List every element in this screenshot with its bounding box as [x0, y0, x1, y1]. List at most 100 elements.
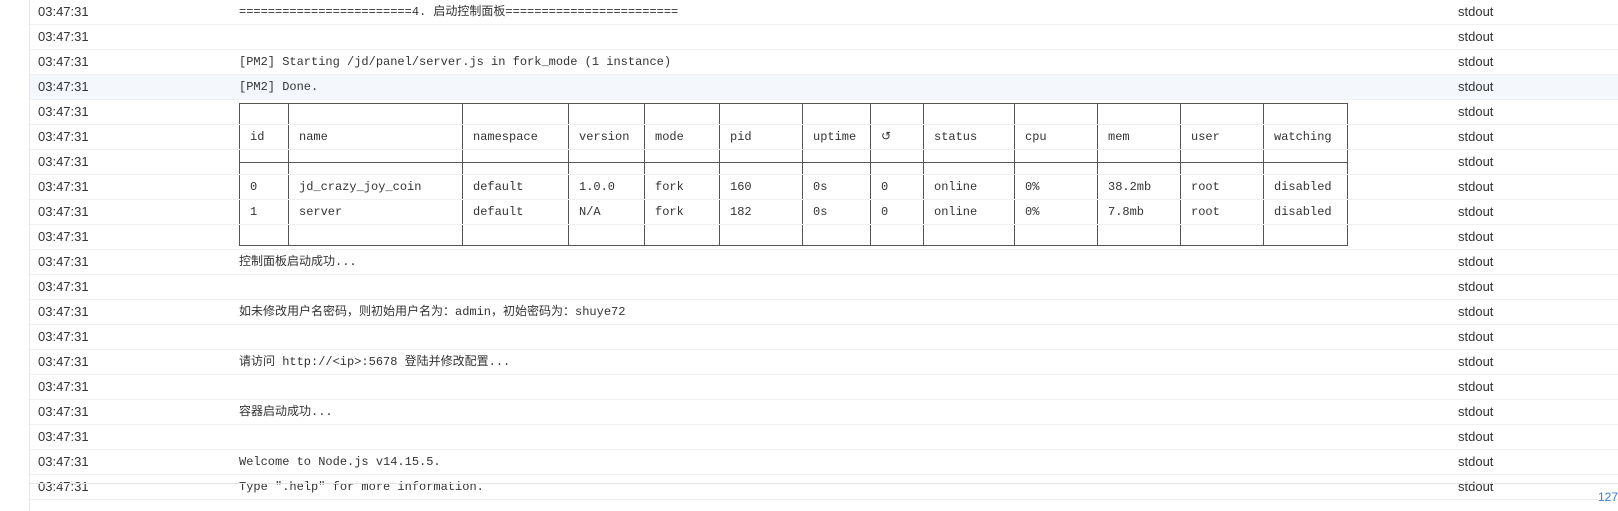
table-header-cell: pid — [730, 130, 752, 144]
log-stream: stdout — [1458, 129, 1494, 144]
log-panel: 03:47:31 ========================4. 启动控制面… — [29, 0, 1618, 500]
log-stream: stdout — [1458, 404, 1494, 419]
log-stream: stdout — [1458, 454, 1494, 469]
table-header-cell: id — [250, 130, 265, 144]
log-timestamp: 03:47:31 — [38, 79, 89, 94]
log-row[interactable]: 03:47:31 [PM2] Done. stdout — [30, 75, 1618, 100]
log-row[interactable]: 03:47:31 控制面板启动成功... stdout — [30, 250, 1618, 275]
table-header-cell: name — [299, 130, 328, 144]
log-row[interactable]: 03:47:31 stdout — [30, 325, 1618, 350]
log-row[interactable]: 03:47:31 stdout — [30, 375, 1618, 400]
log-message: 0 jd_crazy_joy_coin default 1.0.0 fork 160 0s 0… — [239, 175, 1348, 199]
log-message: 控制面板启动成功... — [239, 255, 357, 269]
log-row[interactable]: 03:47:31 1 server default N/A fork 182 0s 0 onlin… — [30, 200, 1618, 225]
log-row[interactable]: 03:47:31 stdout — [30, 100, 1618, 125]
log-timestamp: 03:47:31 — [38, 354, 89, 369]
log-row[interactable]: 03:47:31 stdout — [30, 275, 1618, 300]
log-timestamp: 03:47:31 — [38, 54, 89, 69]
table-header-cell: ↺ — [881, 130, 892, 144]
table-cell: disabled — [1274, 205, 1332, 219]
log-stream: stdout — [1458, 4, 1494, 19]
log-row[interactable]: 03:47:31 Welcome to Node.js v14.15.5. stdo… — [30, 450, 1618, 475]
table-border — [239, 225, 1348, 246]
log-stream: stdout — [1458, 429, 1494, 444]
log-timestamp: 03:47:31 — [38, 404, 89, 419]
log-row[interactable]: 03:47:31 stdout — [30, 25, 1618, 50]
log-timestamp: 03:47:31 — [38, 429, 89, 444]
table-cell: jd_crazy_joy_coin — [299, 180, 422, 194]
table-cell: fork — [655, 205, 684, 219]
table-header-cell: version — [579, 130, 630, 144]
table-border — [239, 200, 1348, 224]
table-border — [239, 125, 1348, 149]
log-row[interactable]: 03:47:31 stdout — [30, 150, 1618, 175]
log-message: id name namespace version mode pid uptime ↺ stat… — [239, 125, 1348, 149]
log-row[interactable]: 03:47:31 0 jd_crazy_joy_coin default 1.0.0 fo… — [30, 175, 1618, 200]
log-stream: stdout — [1458, 229, 1494, 244]
log-stream: stdout — [1458, 29, 1494, 44]
log-stream: stdout — [1458, 154, 1494, 169]
log-stream: stdout — [1458, 179, 1494, 194]
log-row[interactable]: 03:47:31 如未修改用户名密码，则初始用户名为：admin，初始密码为：sh… — [30, 300, 1618, 325]
log-message: [PM2] Starting /jd/panel/server.js in fo… — [239, 55, 672, 69]
log-timestamp: 03:47:31 — [38, 279, 89, 294]
log-stream: stdout — [1458, 54, 1494, 69]
table-border — [239, 150, 1348, 174]
table-cell: fork — [655, 180, 684, 194]
log-footer: 127 — [29, 483, 1618, 511]
log-timestamp: 03:47:31 — [38, 179, 89, 194]
log-timestamp: 03:47:31 — [38, 204, 89, 219]
log-timestamp: 03:47:31 — [38, 454, 89, 469]
log-timestamp: 03:47:31 — [38, 29, 89, 44]
log-row[interactable]: 03:47:31 stdout — [30, 225, 1618, 250]
log-timestamp: 03:47:31 — [38, 129, 89, 144]
log-timestamp: 03:47:31 — [38, 229, 89, 244]
log-timestamp: 03:47:31 — [38, 254, 89, 269]
log-stream: stdout — [1458, 354, 1494, 369]
log-message: 容器启动成功... — [239, 405, 333, 419]
table-cell: 1.0.0 — [579, 180, 616, 194]
table-cell: 0% — [1025, 180, 1040, 194]
log-row[interactable]: 03:47:31 id name namespace version mode pid upt… — [30, 125, 1618, 150]
log-message: 如未修改用户名密码，则初始用户名为：admin，初始密码为：shuye72 — [239, 305, 626, 319]
log-message — [239, 225, 1348, 249]
log-timestamp: 03:47:31 — [38, 154, 89, 169]
table-cell: 1 — [250, 205, 258, 219]
log-stream: stdout — [1458, 254, 1494, 269]
log-timestamp: 03:47:31 — [38, 4, 89, 19]
log-row[interactable]: 03:47:31 ========================4. 启动控制面… — [30, 0, 1618, 25]
table-header-cell: namespace — [473, 130, 538, 144]
log-message: 请访问 http://<ip>:5678 登陆并修改配置... — [239, 355, 511, 369]
log-row[interactable]: 03:47:31 [PM2] Starting /jd/panel/server.… — [30, 50, 1618, 75]
log-message: Welcome to Node.js v14.15.5. — [239, 455, 441, 469]
log-timestamp: 03:47:31 — [38, 104, 89, 119]
log-message: [PM2] Done. — [239, 80, 319, 94]
table-cell: 0s — [813, 180, 828, 194]
log-stream: stdout — [1458, 379, 1494, 394]
table-cell: 0 — [250, 180, 258, 194]
log-timestamp: 03:47:31 — [38, 379, 89, 394]
log-stream: stdout — [1458, 279, 1494, 294]
log-stream: stdout — [1458, 304, 1494, 319]
table-cell: online — [934, 180, 978, 194]
table-cell: 0% — [1025, 205, 1040, 219]
log-stream: stdout — [1458, 79, 1494, 94]
table-cell: default — [473, 180, 524, 194]
line-count: 127 — [1597, 490, 1618, 504]
log-row[interactable]: 03:47:31 请访问 http://<ip>:5678 登陆并修改配置... s… — [30, 350, 1618, 375]
table-cell: 0 — [881, 180, 889, 194]
log-message — [239, 100, 1348, 124]
table-cell: server — [299, 205, 343, 219]
table-header-cell: mem — [1108, 130, 1130, 144]
table-cell: root — [1191, 205, 1220, 219]
log-timestamp: 03:47:31 — [38, 329, 89, 344]
table-cell: 0s — [813, 205, 828, 219]
log-row[interactable]: 03:47:31 stdout — [30, 425, 1618, 450]
table-cell: 160 — [730, 180, 752, 194]
log-row[interactable]: 03:47:31 容器启动成功... stdout — [30, 400, 1618, 425]
table-cell: N/A — [579, 205, 601, 219]
table-header-cell: uptime — [813, 130, 857, 144]
table-header-cell: user — [1191, 130, 1220, 144]
table-header-cell: watching — [1274, 130, 1332, 144]
table-header-cell: mode — [655, 130, 684, 144]
